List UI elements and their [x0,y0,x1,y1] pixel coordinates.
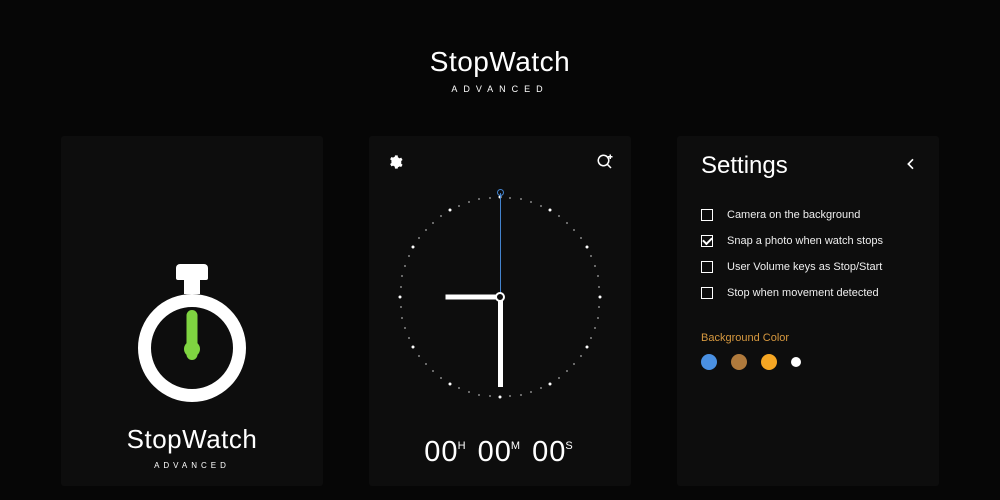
bg-color-swatches [701,354,915,370]
checkbox[interactable] [701,209,713,221]
minute-hand [498,297,503,387]
stopwatch-icon [133,262,251,402]
stopwatch-screen: 00H 00M 00S [369,136,631,486]
second-hand [500,193,501,297]
splash-screen: StopWatch ADVANCED [61,136,323,486]
splash-title: StopWatch [127,424,258,455]
checkbox[interactable] [701,235,713,247]
settings-title: Settings [701,152,788,180]
settings-option[interactable]: Stop when movement detected [701,280,915,306]
minutes-value: 00 [478,436,512,468]
dial-center [495,292,505,302]
hero-title: StopWatch [0,46,1000,78]
seconds-value: 00 [532,436,566,468]
checkbox[interactable] [701,287,713,299]
settings-option-label: Stop when movement detected [727,287,879,299]
hour-hand [445,295,500,300]
time-readout: 00H 00M 00S [385,436,615,469]
watch-dial[interactable] [385,172,615,422]
seconds-unit: S [565,440,573,452]
zoom-in-icon[interactable] [595,152,615,172]
settings-option-label: Camera on the background [727,209,860,221]
hero-subtitle: ADVANCED [0,84,1000,94]
hours-unit: H [458,440,467,452]
bg-color-label: Background Color [701,332,915,344]
settings-option[interactable]: Snap a photo when watch stops [701,228,915,254]
hours-value: 00 [424,436,458,468]
minutes-unit: M [511,440,521,452]
bg-color-swatch[interactable] [701,354,717,370]
bg-color-swatch[interactable] [761,354,777,370]
gear-icon[interactable] [385,152,405,172]
settings-option[interactable]: Camera on the background [701,202,915,228]
splash-subtitle: ADVANCED [154,461,230,470]
bg-color-swatch[interactable] [791,357,801,367]
settings-option[interactable]: User Volume keys as Stop/Start [701,254,915,280]
hero: StopWatch ADVANCED [0,0,1000,94]
settings-option-label: Snap a photo when watch stops [727,235,883,247]
checkbox[interactable] [701,261,713,273]
settings-screen: Settings Camera on the background Snap a … [677,136,939,486]
settings-option-label: User Volume keys as Stop/Start [727,261,882,273]
back-button[interactable] [903,156,919,177]
bg-color-swatch[interactable] [731,354,747,370]
